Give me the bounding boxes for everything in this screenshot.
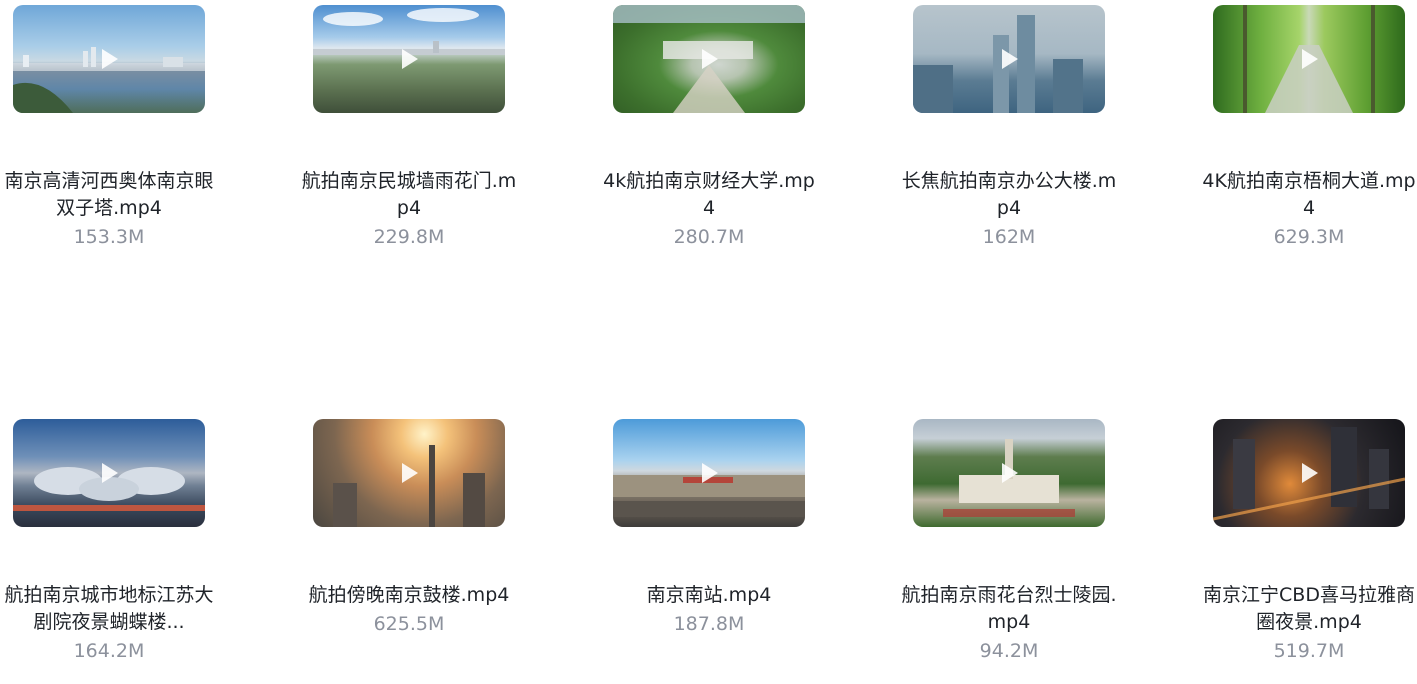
video-thumbnail[interactable] [313, 419, 505, 527]
video-thumbnail[interactable] [13, 5, 205, 113]
play-icon[interactable] [996, 460, 1022, 486]
play-icon[interactable] [1296, 460, 1322, 486]
file-name[interactable]: 航拍南京城市地标江苏大剧院夜景蝴蝶楼... [0, 582, 219, 636]
video-thumbnail[interactable] [313, 5, 505, 113]
file-name[interactable]: 南京南站.mp4 [599, 582, 819, 609]
video-card[interactable]: 4K航拍南京梧桐大道.mp4 629.3M [1159, 5, 1417, 250]
play-icon[interactable] [996, 46, 1022, 72]
play-icon[interactable] [1296, 46, 1322, 72]
file-size: 280.7M [673, 226, 745, 248]
video-card[interactable]: 航拍南京雨花台烈士陵园.mp4 94.2M [859, 419, 1159, 664]
video-card[interactable]: 航拍南京城市地标江苏大剧院夜景蝴蝶楼... 164.2M [0, 419, 259, 664]
video-card[interactable]: 南京南站.mp4 187.8M [559, 419, 859, 637]
video-thumbnail[interactable] [613, 5, 805, 113]
file-size: 519.7M [1273, 640, 1345, 662]
file-size: 187.8M [673, 613, 745, 635]
file-name[interactable]: 南京高清河西奥体南京眼双子塔.mp4 [0, 168, 219, 222]
play-icon[interactable] [396, 46, 422, 72]
video-card[interactable]: 航拍南京民城墙雨花门.mp4 229.8M [259, 5, 559, 250]
video-card[interactable]: 航拍傍晚南京鼓楼.mp4 625.5M [259, 419, 559, 637]
video-file-grid: 南京高清河西奥体南京眼双子塔.mp4 153.3M 航拍南京民城墙雨花门.mp4… [0, 0, 1417, 684]
file-name[interactable]: 4k航拍南京财经大学.mp4 [599, 168, 819, 222]
file-name[interactable]: 南京江宁CBD喜马拉雅商圈夜景.mp4 [1199, 582, 1417, 636]
play-icon[interactable] [96, 460, 122, 486]
video-card[interactable]: 南京高清河西奥体南京眼双子塔.mp4 153.3M [0, 5, 259, 250]
file-name[interactable]: 航拍南京雨花台烈士陵园.mp4 [899, 582, 1119, 636]
video-thumbnail[interactable] [13, 419, 205, 527]
file-name[interactable]: 航拍南京民城墙雨花门.mp4 [299, 168, 519, 222]
file-size: 629.3M [1273, 226, 1345, 248]
play-icon[interactable] [696, 46, 722, 72]
file-name[interactable]: 航拍傍晚南京鼓楼.mp4 [299, 582, 519, 609]
video-card[interactable]: 南京江宁CBD喜马拉雅商圈夜景.mp4 519.7M [1159, 419, 1417, 664]
file-size: 94.2M [979, 640, 1039, 662]
video-thumbnail[interactable] [1213, 5, 1405, 113]
file-size: 164.2M [73, 640, 145, 662]
video-thumbnail[interactable] [613, 419, 805, 527]
play-icon[interactable] [396, 460, 422, 486]
play-icon[interactable] [96, 46, 122, 72]
video-card[interactable]: 4k航拍南京财经大学.mp4 280.7M [559, 5, 859, 250]
file-name[interactable]: 长焦航拍南京办公大楼.mp4 [899, 168, 1119, 222]
file-size: 625.5M [373, 613, 445, 635]
video-thumbnail[interactable] [1213, 419, 1405, 527]
file-size: 153.3M [73, 226, 145, 248]
file-size: 162M [982, 226, 1036, 248]
file-name[interactable]: 4K航拍南京梧桐大道.mp4 [1199, 168, 1417, 222]
video-thumbnail[interactable] [913, 5, 1105, 113]
file-size: 229.8M [373, 226, 445, 248]
video-card[interactable]: 长焦航拍南京办公大楼.mp4 162M [859, 5, 1159, 250]
video-thumbnail[interactable] [913, 419, 1105, 527]
play-icon[interactable] [696, 460, 722, 486]
